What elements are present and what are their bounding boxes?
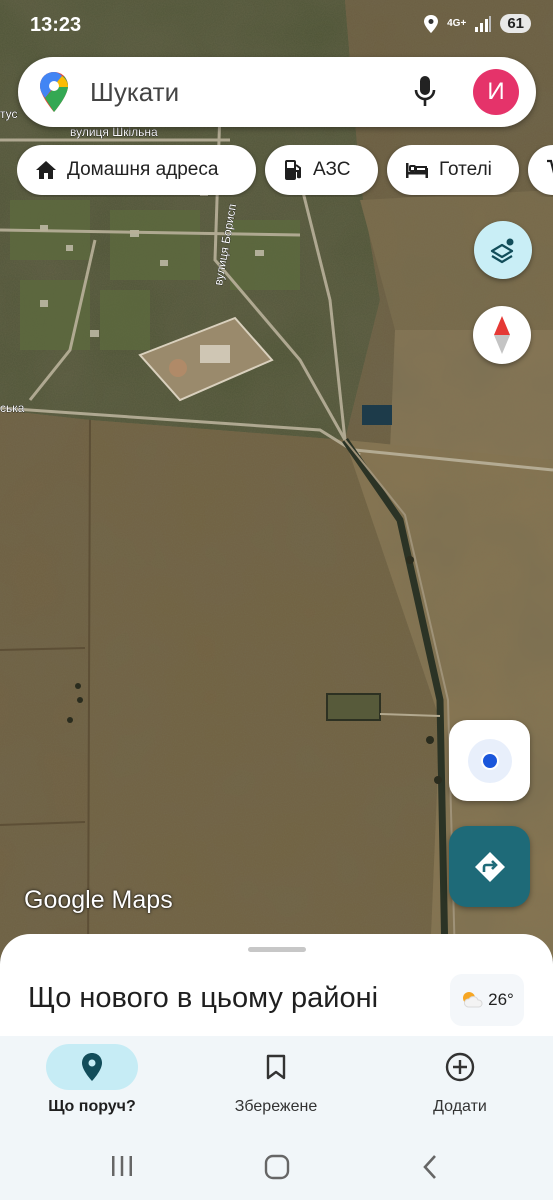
search-bar[interactable]: Шукати И (18, 57, 536, 127)
chip-shopping[interactable] (528, 145, 553, 195)
directions-icon (474, 851, 505, 882)
bed-icon (406, 163, 428, 178)
location-status-icon (424, 14, 439, 33)
my-location-button[interactable] (449, 720, 530, 801)
sheet-drag-handle[interactable] (248, 947, 306, 952)
temperature: 26° (488, 990, 514, 1009)
chip-home-address[interactable]: Домашня адреса (17, 145, 256, 195)
layers-button[interactable] (474, 221, 532, 279)
network-type: 4G+ (447, 17, 467, 29)
map-watermark: Google Maps (24, 886, 173, 914)
tab-nearby[interactable]: Що поруч? (2, 1036, 182, 1136)
street-label-shkilna: вулиця Шкільна (70, 125, 158, 139)
tab-add[interactable]: Додати (370, 1036, 550, 1136)
chip-label: Готелі (439, 159, 492, 180)
street-label-ska: ська (0, 401, 25, 415)
compass-icon (494, 316, 510, 354)
compass-button[interactable] (473, 306, 531, 364)
chip-gas-stations[interactable]: АЗС (265, 145, 378, 195)
search-placeholder[interactable]: Шукати (90, 77, 179, 108)
status-time: 13:23 (30, 14, 82, 36)
gas-station-icon (285, 160, 301, 180)
microphone-icon[interactable] (414, 76, 436, 108)
category-chips: Домашня адреса АЗС Готелі (17, 145, 553, 197)
tab-saved[interactable]: Збережене (186, 1036, 366, 1136)
recent-apps-icon[interactable] (110, 1154, 134, 1178)
tab-label: Збережене (234, 1098, 318, 1115)
location-pin-icon (82, 1053, 102, 1081)
home-button-icon[interactable] (264, 1154, 290, 1180)
battery-level: 61 (500, 14, 531, 33)
tab-label: Що поруч? (48, 1098, 136, 1115)
directions-button[interactable] (449, 826, 530, 907)
chip-label: АЗС (313, 159, 351, 180)
system-navigation-bar (0, 1136, 553, 1200)
tab-add-icon-wrap (414, 1044, 506, 1090)
shopping-cart-icon (547, 159, 553, 174)
partly-cloudy-icon (463, 992, 483, 1008)
tab-saved-icon-wrap (230, 1044, 322, 1090)
weather-badge[interactable]: 26° (450, 974, 524, 1026)
account-avatar[interactable]: И (473, 69, 519, 115)
tab-nearby-indicator (46, 1044, 138, 1090)
back-icon[interactable] (422, 1154, 438, 1180)
map-imagery: вулиця Шкільна ська тус вулиця Борисп (0, 0, 553, 960)
bookmark-icon (266, 1054, 286, 1080)
status-icons: 4G+ 61 (423, 14, 531, 33)
sheet-title: Що нового в цьому районі (28, 982, 379, 1014)
signal-icon (475, 15, 492, 32)
bottom-navigation: Що поруч? Збережене Додати (0, 1036, 553, 1136)
home-icon (36, 161, 56, 179)
google-maps-logo-icon (40, 72, 68, 112)
satellite-map[interactable]: вулиця Шкільна ська тус вулиця Борисп (0, 0, 553, 960)
my-location-icon (467, 738, 512, 783)
street-label-tus: тус (0, 107, 18, 121)
chip-hotels[interactable]: Готелі (387, 145, 519, 195)
tab-label: Додати (433, 1098, 487, 1115)
add-circle-icon (445, 1052, 475, 1082)
layers-icon (490, 238, 514, 264)
status-bar: 13:23 4G+ 61 (0, 0, 553, 56)
chip-label: Домашня адреса (67, 159, 219, 180)
